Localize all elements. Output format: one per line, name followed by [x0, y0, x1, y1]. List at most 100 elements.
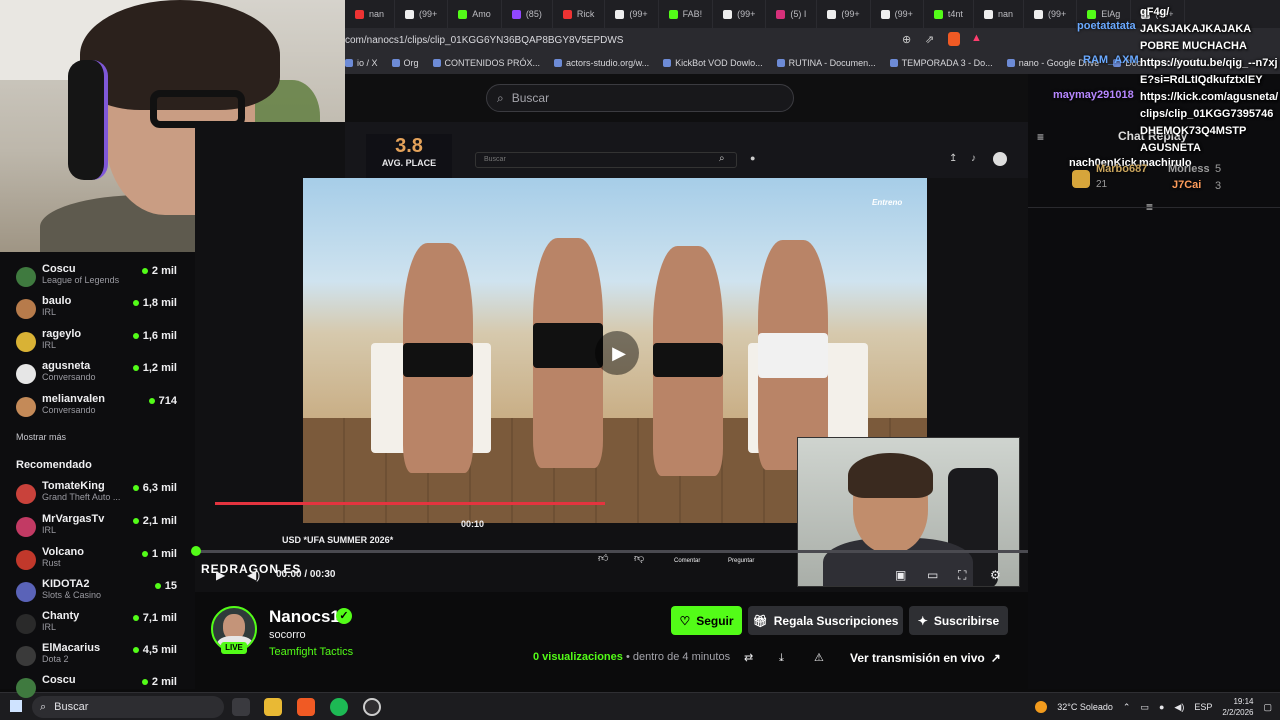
brave-icon[interactable] — [297, 698, 315, 716]
report-icon[interactable]: ⚠ — [814, 651, 824, 665]
sidebar-channel[interactable]: KIDOTA2 Slots & Casino 15 — [16, 578, 181, 608]
live-dot-icon — [141, 551, 148, 557]
search-input[interactable]: ⌕ Buscar — [486, 84, 794, 112]
bookmark-item[interactable]: RUTINA - Documen... — [776, 58, 876, 68]
chat-user-morless: Morless — [1168, 163, 1210, 175]
watch-live-button[interactable]: Ver transmisión en vivo ↗ — [840, 646, 1008, 670]
download-icon[interactable]: ⤓ — [779, 651, 784, 665]
sidebar-channel[interactable]: agusneta Conversando 1,2 mil — [16, 360, 181, 390]
channel-name[interactable]: Nanocs1 — [269, 607, 340, 627]
sidebar-channel[interactable]: Coscu 2 mil — [16, 674, 181, 704]
like-icon[interactable]: 👍︎ — [598, 552, 608, 566]
dislike-icon[interactable]: 👎︎ — [634, 552, 644, 566]
tab-favicon-icon — [776, 9, 786, 19]
browser-tab[interactable]: t4nt — [924, 0, 974, 28]
progress-knob[interactable] — [191, 546, 201, 556]
network-icon[interactable]: ▭ — [1140, 702, 1149, 713]
browser-tab[interactable]: (99+ — [605, 0, 659, 28]
brave-shield-icon[interactable] — [948, 32, 960, 46]
task-view-icon[interactable] — [232, 698, 250, 716]
browser-tab[interactable]: nan — [345, 0, 396, 28]
bookmark-item[interactable]: io / X — [345, 58, 378, 68]
clock[interactable]: 19:14 2/2/2026 — [1222, 696, 1253, 718]
file-explorer-icon[interactable] — [264, 698, 282, 716]
brave-rewards-icon[interactable]: ▲ — [971, 32, 982, 44]
ask-button[interactable]: Preguntar — [728, 554, 754, 568]
speaker-icon[interactable]: ◀) — [1174, 702, 1184, 713]
tab-label: (99+ — [629, 9, 648, 19]
channel-category: Dota 2 — [42, 654, 69, 664]
browser-tab[interactable]: Amo — [448, 0, 502, 28]
external-link-icon: ↗ — [990, 651, 1001, 665]
bookmark-item[interactable]: TEMPORADA 3 - Do... — [889, 58, 993, 68]
language-indicator[interactable]: ESP — [1194, 702, 1212, 712]
collapse-chat-icon[interactable]: ≡ — [1037, 130, 1044, 144]
tab-favicon-icon — [723, 9, 733, 19]
sidebar-channel[interactable]: Chanty IRL 7,1 mil — [16, 610, 181, 640]
url-text[interactable]: com/nanocs1/clips/clip_01KGG6YN36BQAP8BG… — [345, 35, 623, 46]
share-icon[interactable]: ⇄ — [744, 651, 753, 665]
inner-mic-icon: ● — [750, 153, 756, 163]
browser-tab[interactable]: (99+ — [871, 0, 924, 28]
sidebar-channel[interactable]: Volcano Rust 1 mil — [16, 546, 181, 576]
browser-tab[interactable]: (99+ — [713, 0, 767, 28]
chat-username[interactable]: J7Cai — [1172, 179, 1201, 191]
progress-track[interactable] — [196, 550, 1028, 553]
browser-tab[interactable]: (99+ — [817, 0, 871, 28]
share-icon[interactable]: ⇗ — [925, 33, 934, 46]
sidebar-channel[interactable]: MrVargasTv IRL 2,1 mil — [16, 513, 181, 543]
sidebar-channel[interactable]: Coscu League of Legends 2 mil — [16, 263, 181, 293]
channel-info: baulo IRL — [42, 295, 142, 325]
notifications-icon[interactable]: ▢ — [1263, 702, 1272, 713]
browser-tab[interactable]: (99+ — [395, 0, 449, 28]
browser-tab[interactable]: nan — [974, 0, 1024, 28]
tab-label: ElAg — [1101, 9, 1121, 19]
settings-icon[interactable]: ⚙ — [990, 568, 1001, 582]
sidebar-channel[interactable]: melianvalen Conversando 714 — [16, 393, 181, 423]
browser-tab[interactable]: FAB! — [659, 0, 714, 28]
show-more-link[interactable]: Mostrar más — [16, 432, 66, 442]
tab-favicon-icon — [983, 9, 993, 19]
sidebar-channel[interactable]: baulo IRL 1,8 mil — [16, 295, 181, 325]
browser-tab[interactable]: Rick — [553, 0, 606, 28]
spotify-icon[interactable] — [330, 698, 348, 716]
bookmark-item[interactable]: Org — [391, 58, 419, 68]
zoom-icon[interactable]: ⊕ — [902, 33, 911, 46]
tab-favicon-icon — [511, 9, 521, 19]
avatar — [16, 582, 36, 602]
chat-username[interactable]: Marbo687 — [1096, 163, 1147, 175]
bookmark-item[interactable]: CONTENIDOS PRÓX... — [432, 58, 540, 68]
pip-icon[interactable]: ▭ — [927, 568, 938, 582]
comment-button[interactable]: Comentar — [674, 554, 700, 568]
theater-icon[interactable]: ▣ — [895, 568, 906, 582]
browser-tab[interactable]: (85) — [502, 0, 553, 28]
volume-icon[interactable]: ◀) — [247, 568, 260, 582]
sidebar-channel[interactable]: ElMacarius Dota 2 4,5 mil — [16, 642, 181, 672]
live-dot-icon — [132, 365, 139, 371]
sidebar-channel[interactable]: rageylo IRL 1,6 mil — [16, 328, 181, 358]
bookmark-item[interactable]: KickBot VOD Dowlo... — [663, 58, 763, 68]
play-icon[interactable]: ▶ — [595, 331, 639, 375]
browser-tab[interactable]: (5) I — [766, 0, 818, 28]
chat-username[interactable]: poetatatata — [1077, 20, 1136, 32]
play-button-icon[interactable]: ▶ — [216, 568, 225, 582]
tab-label: (99+ — [419, 9, 438, 19]
weather-text[interactable]: 32°C Soleado — [1057, 702, 1113, 712]
bookmark-item[interactable]: actors-studio.org/w... — [554, 58, 649, 68]
tray-arrow-icon[interactable]: ⌃ — [1123, 702, 1131, 713]
gift-subs-button[interactable]: 🎁︎ Regala Suscripciones — [748, 606, 903, 635]
browser-tab[interactable]: (99+ — [1024, 0, 1078, 28]
chat-username[interactable]: maymay291018 — [1053, 89, 1134, 101]
viewer-count-text: 7,1 mil — [142, 612, 177, 624]
follow-button[interactable]: ♡ Seguir — [671, 606, 742, 635]
subscribe-button[interactable]: ✦ Suscribirse — [909, 606, 1008, 635]
chat-username[interactable]: RAM_AXM — [1083, 54, 1139, 66]
stream-category[interactable]: Teamfight Tactics — [269, 646, 353, 658]
fullscreen-icon[interactable]: ⛶ — [958, 568, 966, 582]
sidebar-channel[interactable]: TomateKing Grand Theft Auto ... 6,3 mil — [16, 480, 181, 510]
obs-icon[interactable] — [363, 698, 381, 716]
mic-icon[interactable]: ● — [1159, 702, 1164, 712]
tab-favicon-icon — [458, 9, 468, 19]
heart-icon: ♡ — [679, 613, 691, 628]
live-dot-icon — [132, 647, 139, 653]
